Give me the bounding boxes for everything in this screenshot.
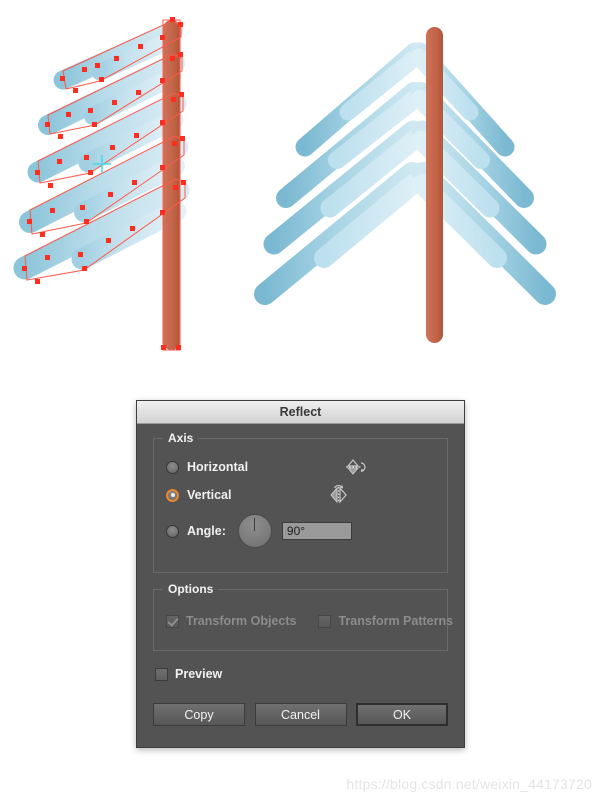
- right-branches: [254, 42, 556, 305]
- ok-button[interactable]: OK: [356, 703, 448, 726]
- checkbox-transform-patterns-label: Transform Patterns: [338, 614, 454, 628]
- reflect-vertical-icon: [330, 484, 348, 504]
- checkbox-transform-objects: [166, 614, 179, 628]
- right-trunk: [426, 27, 443, 343]
- radio-vertical-label: Vertical: [187, 488, 232, 502]
- copy-button[interactable]: Copy: [153, 703, 245, 726]
- left-branches: [13, 20, 190, 280]
- angle-dial[interactable]: [237, 514, 272, 548]
- checkbox-transform-objects-label: Transform Objects: [186, 614, 297, 628]
- horizontal-icon-slot: [248, 456, 368, 478]
- reflect-horizontal-icon: [346, 459, 366, 475]
- options-group-label: Options: [163, 582, 219, 596]
- axis-option-angle[interactable]: Angle:: [166, 511, 435, 551]
- vertical-icon-slot: [231, 484, 351, 506]
- dialog-titlebar: Reflect: [137, 401, 464, 424]
- preview-row[interactable]: Preview: [155, 667, 448, 681]
- axis-option-vertical[interactable]: Vertical: [166, 481, 435, 509]
- axis-group-label: Axis: [163, 431, 199, 445]
- angle-input[interactable]: [281, 522, 352, 540]
- checkbox-transform-objects-row: Transform Objects: [166, 614, 296, 628]
- axis-option-horizontal[interactable]: Horizontal: [166, 453, 435, 481]
- artwork-canvas: [13, 17, 556, 351]
- watermark-text: https://blog.csdn.net/weixin_44173720: [346, 776, 592, 792]
- dialog-button-row: Copy Cancel OK: [153, 703, 448, 726]
- options-group: Options Transform Objects Transform Patt…: [153, 582, 453, 651]
- dialog-body: Axis Horizontal Vertical Angle: 90° Opti…: [137, 424, 464, 726]
- radio-angle[interactable]: [166, 524, 179, 538]
- axis-group: Axis Horizontal Vertical Angle: 90°: [153, 431, 448, 573]
- cancel-button[interactable]: Cancel: [254, 703, 347, 726]
- radio-horizontal-label: Horizontal: [187, 460, 249, 474]
- left-tree-group: [13, 17, 190, 351]
- radio-vertical[interactable]: [166, 488, 179, 502]
- illustrator-artboard: [0, 0, 600, 390]
- radio-angle-label: Angle:: [187, 524, 226, 538]
- dialog-title: Reflect: [279, 405, 322, 419]
- right-tree-group: [254, 27, 556, 343]
- radio-horizontal[interactable]: [166, 460, 179, 474]
- checkbox-preview[interactable]: [155, 667, 168, 681]
- checkbox-transform-patterns-row: Transform Patterns: [318, 614, 453, 628]
- checkbox-preview-label: Preview: [175, 667, 223, 681]
- reflect-dialog: Reflect Axis Horizontal Vertical Angle: …: [136, 400, 465, 748]
- checkbox-transform-patterns: [318, 614, 332, 628]
